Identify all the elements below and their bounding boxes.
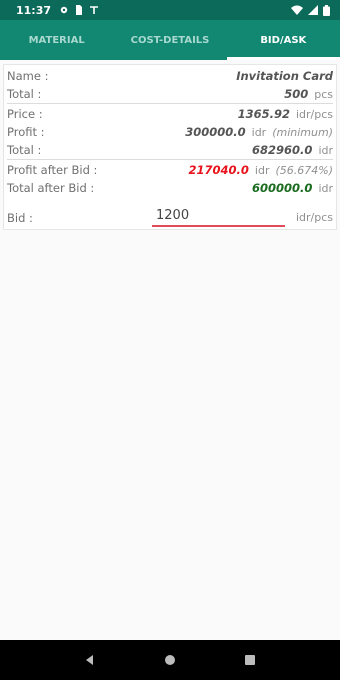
bid-details-card: Name : Invitation Card Total : 500 pcs P… (3, 64, 337, 230)
battery-icon (323, 4, 330, 16)
total-after-bid-value: 600000.0 (252, 181, 313, 195)
profit-label: Profit : (7, 125, 45, 139)
total-idr-value: 682960.0 (252, 143, 313, 157)
price-label: Price : (7, 107, 43, 121)
navigation-bar (0, 640, 340, 680)
name-label: Name : (7, 69, 49, 83)
total-label: Total : (7, 87, 42, 101)
wifi-icon (291, 5, 303, 15)
sim-card-icon (76, 5, 83, 15)
divider (7, 159, 333, 160)
divider (7, 103, 333, 104)
cell-signal-icon (308, 5, 318, 15)
profit-after-bid-row: Profit after Bid : 217040.0 idr (56.674%… (7, 161, 333, 179)
recents-icon[interactable] (244, 654, 256, 666)
profit-after-bid-unit: idr (254, 164, 270, 177)
status-bar: 11:37 (0, 0, 340, 20)
total-idr-row: Total : 682960.0 idr (7, 141, 333, 159)
profit-after-bid-value: 217040.0 (188, 163, 249, 177)
signal-settings-icon (90, 6, 99, 14)
total-idr-label: Total : (7, 143, 42, 157)
total-after-bid-row: Total after Bid : 600000.0 idr (7, 179, 333, 197)
tab-bid-ask[interactable]: BID/ASK (226, 20, 340, 60)
total-after-bid-label: Total after Bid : (7, 181, 95, 195)
total-row: Total : 500 pcs (7, 85, 333, 103)
name-value: Invitation Card (236, 69, 333, 83)
gear-icon (60, 6, 68, 14)
tab-material[interactable]: MATERIAL (0, 20, 113, 60)
bid-unit: idr/pcs (295, 211, 333, 224)
total-idr-unit: idr (318, 144, 333, 157)
name-row: Name : Invitation Card (7, 67, 333, 85)
price-value: 1365.92 (237, 107, 290, 121)
status-time: 11:37 (16, 3, 52, 17)
price-row: Price : 1365.92 idr/pcs (7, 105, 333, 123)
total-unit: pcs (314, 88, 333, 101)
bid-input[interactable] (152, 205, 285, 227)
back-icon[interactable] (84, 654, 96, 666)
profit-after-bid-pct: (56.674%) (275, 164, 333, 177)
profit-row: Profit : 300000.0 idr (minimum) (7, 123, 333, 141)
profit-after-bid-label: Profit after Bid : (7, 163, 98, 177)
bid-row: Bid : idr/pcs (7, 205, 333, 229)
home-icon[interactable] (164, 654, 176, 666)
total-value: 500 (284, 87, 309, 101)
total-after-bid-unit: idr (318, 182, 333, 195)
tab-bar: MATERIAL COST-DETAILS BID/ASK (0, 20, 340, 60)
price-unit: idr/pcs (295, 108, 333, 121)
profit-unit: idr (251, 126, 267, 139)
profit-note: (minimum) (272, 126, 333, 139)
profit-value: 300000.0 (185, 125, 246, 139)
tab-cost-details[interactable]: COST-DETAILS (113, 20, 226, 60)
bid-label: Bid : (7, 211, 33, 225)
